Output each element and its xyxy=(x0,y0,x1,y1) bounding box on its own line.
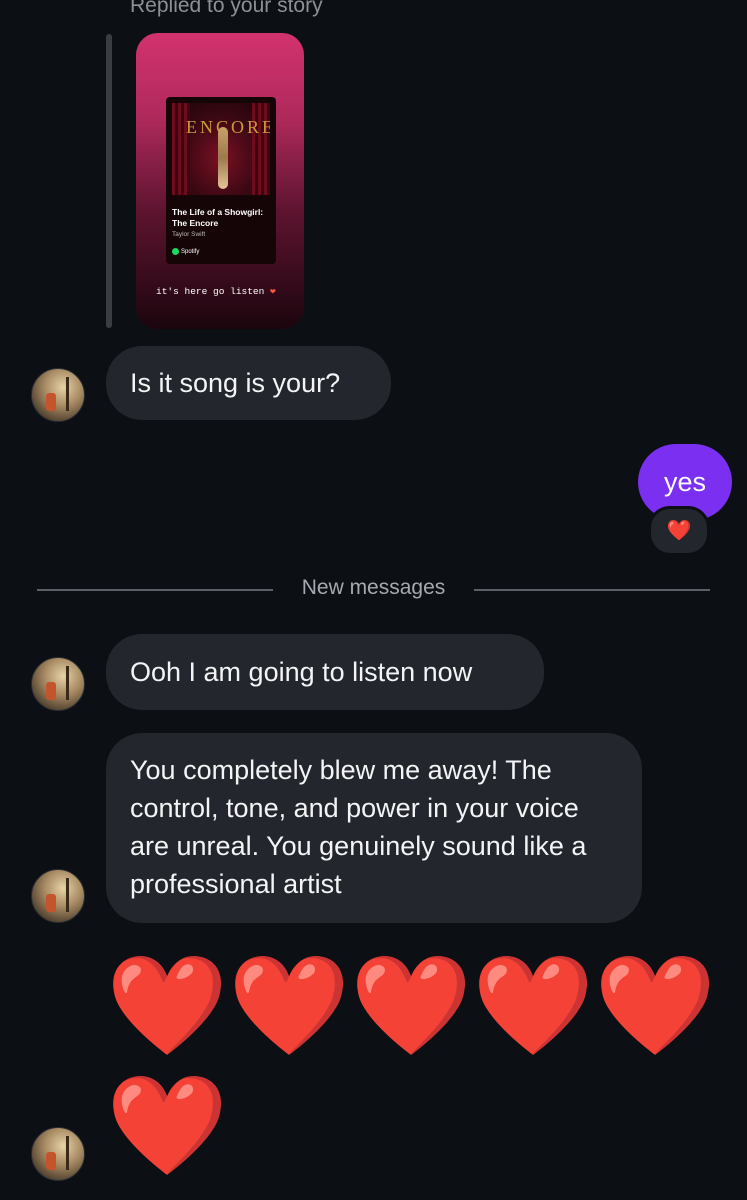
contact-avatar[interactable] xyxy=(31,657,85,711)
spotify-icon xyxy=(172,248,179,255)
heart-reaction-badge[interactable]: ❤️ xyxy=(648,506,710,556)
story-reply-preview[interactable]: ENCORE The Life of a Showgirl: The Encor… xyxy=(136,33,304,329)
story-caption: it's here go listen ❤ xyxy=(156,286,276,297)
hearts-emoji-message[interactable]: ❤️❤️❤️❤️❤️ xyxy=(106,950,716,1060)
contact-avatar[interactable] xyxy=(31,1127,85,1181)
incoming-message-bubble[interactable]: Ooh I am going to listen now xyxy=(106,634,544,710)
spotify-badge: Spotify xyxy=(172,248,199,255)
contact-avatar[interactable] xyxy=(31,368,85,422)
divider-line-right xyxy=(474,589,710,591)
album-cover-word: ENCORE xyxy=(186,117,270,137)
heart-icon: ❤ xyxy=(270,286,276,297)
incoming-message-bubble[interactable]: You completely blew me away! The control… xyxy=(106,733,642,923)
contact-avatar[interactable] xyxy=(31,869,85,923)
album-cover-figure xyxy=(218,127,228,189)
album-artist: Taylor Swift xyxy=(172,231,206,238)
album-cover-art: ENCORE xyxy=(172,103,270,195)
spotify-label: Spotify xyxy=(181,248,200,255)
reply-indicator-bar xyxy=(106,34,112,328)
divider-line-left xyxy=(37,589,273,591)
album-title: The Life of a Showgirl: The Encore xyxy=(172,207,264,228)
hearts-emoji-message-continued[interactable]: ❤️ xyxy=(106,1070,228,1180)
story-caption-text: it's here go listen xyxy=(156,286,265,297)
incoming-message-bubble[interactable]: Is it song is your? xyxy=(106,346,391,420)
replied-to-story-label: Replied to your story xyxy=(130,0,323,17)
spotify-album-card: ENCORE The Life of a Showgirl: The Encor… xyxy=(166,97,276,264)
new-messages-divider-label: New messages xyxy=(301,576,446,599)
